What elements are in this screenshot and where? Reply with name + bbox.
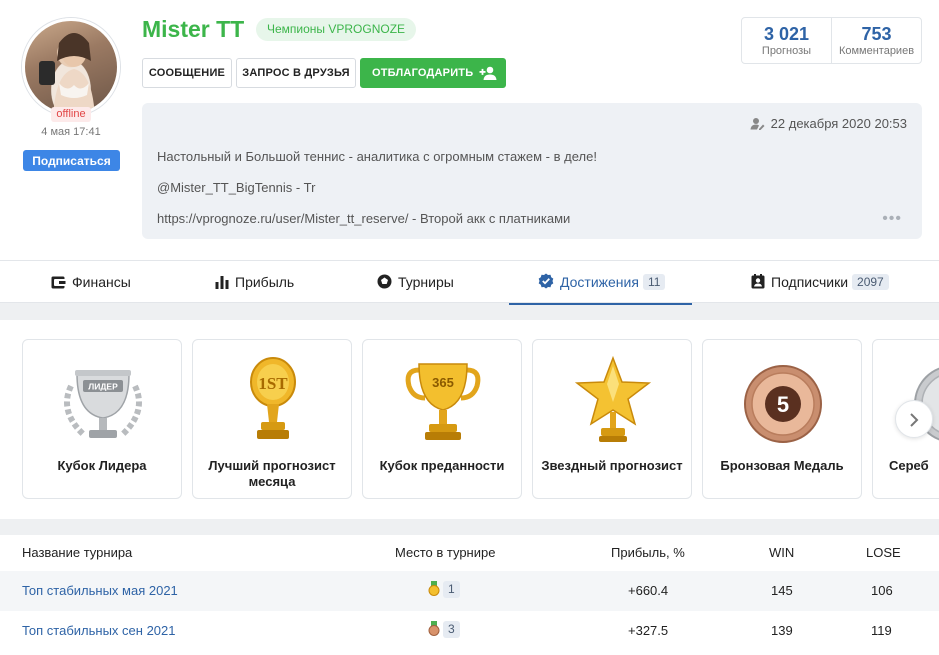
achievement-name: Бронзовая Медаль: [720, 458, 844, 473]
tournament-table: Название турнира Место в турнире Прибыль…: [0, 535, 939, 655]
username[interactable]: Mister TT: [142, 16, 244, 43]
avatar[interactable]: [22, 18, 120, 116]
first-place-text: 1ST: [258, 374, 288, 393]
verified-badge-icon: [538, 273, 554, 289]
carousel-next-button[interactable]: [895, 400, 933, 438]
tab-profit[interactable]: Прибыль: [215, 261, 294, 304]
bar-chart-icon: [215, 276, 229, 289]
thank-button[interactable]: ОТБЛАГОДАРИТЬ: [360, 58, 506, 88]
chevron-right-icon: [910, 413, 919, 427]
tab-label: Финансы: [72, 274, 131, 290]
profile-stats: 3 021 Прогнозы 753 Комментариев: [741, 17, 922, 64]
profit-value: +660.4: [628, 583, 669, 598]
lose-value: 106: [871, 583, 893, 598]
wallet-icon: [51, 276, 66, 289]
place-number: 3: [443, 621, 460, 638]
achievement-name: Кубок Лидера: [57, 458, 147, 473]
champion-badge: Чемпионы VPROGNOZE: [256, 18, 417, 41]
profile-card: offline 4 мая 17:41 Подписаться Mister T…: [0, 0, 939, 305]
table-row: Топ стабильных мая 2021 1 +660.4 145 106: [0, 571, 939, 611]
column-header: WIN: [769, 545, 795, 560]
gold-medal-icon: [428, 581, 440, 596]
tab-subscribers[interactable]: Подписчики 2097: [751, 261, 889, 304]
achievement-card[interactable]: ЛИДЕР Кубок Лидера: [22, 339, 182, 499]
tab-count-badge: 11: [642, 274, 666, 290]
achievement-name: Сереб: [889, 458, 929, 473]
subscribe-button[interactable]: Подписаться: [23, 150, 120, 171]
tab-tournaments[interactable]: Турниры: [377, 261, 454, 304]
stat-label: Комментариев: [838, 45, 915, 57]
achievement-name: Звездный прогнозист: [541, 458, 683, 473]
silver-leader-cup-icon: ЛИДЕР: [64, 370, 142, 438]
tab-achievements[interactable]: Достижения 11: [508, 261, 693, 305]
place-number: 1: [443, 581, 460, 598]
about-line: https://vprognoze.ru/user/Mister_tt_rese…: [157, 211, 571, 226]
contact-card-icon: [751, 274, 765, 289]
tab-label: Достижения: [560, 274, 639, 290]
bronze-medal-icon: [428, 621, 440, 636]
achievement-card[interactable]: 1ST Лучший прогнозист месяца: [192, 339, 352, 499]
friend-request-button[interactable]: ЗАПРОС В ДРУЗЬЯ: [236, 58, 356, 88]
profile-tabs: Финансы Прибыль Турниры Достижения 11 По…: [0, 260, 939, 305]
column-header: LOSE: [866, 545, 901, 560]
tournament-name-link[interactable]: Топ стабильных мая 2021: [22, 583, 178, 598]
leader-cup-text: ЛИДЕР: [88, 382, 118, 392]
tournament-name-link[interactable]: Топ стабильных сен 2021: [22, 623, 176, 638]
about-date: 22 декабря 2020 20:53: [750, 116, 907, 131]
achievement-card[interactable]: 365 Кубок преданности: [362, 339, 522, 499]
gold-365-cup-icon: 365: [405, 363, 481, 440]
achievement-name: Кубок преданности: [379, 458, 505, 473]
stat-label: Прогнозы: [761, 45, 812, 57]
gold-star-trophy-icon: [574, 356, 652, 442]
achievement-card[interactable]: 5 Бронзовая Медаль: [702, 339, 862, 499]
last-seen-time: 4 мая 17:41: [41, 126, 101, 138]
tournament-place: 3: [428, 621, 460, 638]
user-edit-icon: [750, 118, 765, 130]
about-line: @Mister_TT_BigTennis - Tr: [157, 180, 316, 195]
about-line: Настольный и Большой теннис - аналитика …: [157, 149, 597, 164]
more-options-icon[interactable]: •••: [882, 210, 902, 228]
achievements-carousel: ЛИДЕР Кубок Лидера 1ST Лучший прогнозист…: [0, 320, 939, 519]
column-header: Название турнира: [22, 545, 133, 560]
medal-number: 5: [777, 392, 789, 417]
lose-value: 119: [871, 623, 892, 638]
win-value: 139: [771, 623, 793, 638]
column-header: Место в турнире: [395, 545, 496, 560]
tournament-place: 1: [428, 581, 460, 598]
add-person-icon: [479, 66, 497, 80]
tab-count-badge: 2097: [852, 274, 889, 290]
achievement-name: Лучший прогнозист месяца: [208, 458, 336, 489]
tab-label: Турниры: [398, 274, 454, 290]
profit-value: +327.5: [628, 623, 669, 638]
stat-comments[interactable]: 753 Комментариев: [831, 18, 921, 63]
tab-label: Подписчики: [771, 274, 849, 290]
achievement-card[interactable]: Звездный прогнозист: [532, 339, 692, 499]
gold-1st-trophy-icon: 1ST: [250, 357, 296, 439]
stat-value: 753: [861, 24, 892, 44]
tab-finance[interactable]: Финансы: [51, 261, 131, 304]
bronze-medal-5-icon: 5: [744, 365, 822, 443]
table-row: Топ стабильных сен 2021 3 +327.5 139 119: [0, 611, 939, 651]
offline-status-badge: offline: [51, 107, 91, 122]
stat-predictions[interactable]: 3 021 Прогнозы: [742, 18, 831, 63]
win-value: 145: [771, 583, 793, 598]
message-button[interactable]: СООБЩЕНИЕ: [142, 58, 232, 88]
column-header: Прибыль, %: [611, 545, 685, 560]
about-date-text: 22 декабря 2020 20:53: [770, 116, 907, 131]
thank-button-label: ОТБЛАГОДАРИТЬ: [372, 67, 474, 79]
soccer-ball-icon: [377, 274, 392, 289]
cup-365-text: 365: [432, 375, 454, 390]
stat-value: 3 021: [763, 24, 810, 44]
about-box: 22 декабря 2020 20:53 Настольный и Больш…: [142, 103, 922, 239]
tab-label: Прибыль: [235, 274, 295, 290]
